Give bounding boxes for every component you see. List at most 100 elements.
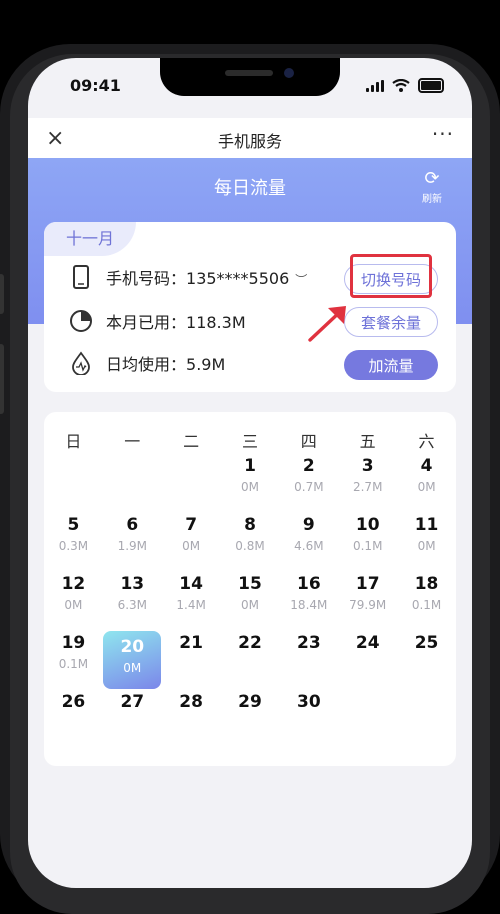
calendar-day[interactable]: 26 [44, 692, 102, 712]
calendar-day[interactable]: 15 0M [221, 574, 279, 612]
weekday-label: 日 [65, 432, 82, 451]
day-number: 24 [355, 633, 380, 653]
avg-row: 日均使用：5.9M [68, 350, 225, 376]
calendar-day[interactable]: 10 0.1M [339, 515, 397, 553]
day-usage: 79.9M [349, 598, 387, 612]
calendar-day[interactable]: 9 4.6M [280, 515, 338, 553]
day-usage: 0.3M [58, 539, 89, 553]
weekday-label: 一 [124, 432, 141, 451]
day-usage: 0M [417, 539, 436, 553]
battery-icon [418, 78, 444, 93]
day-number: 25 [414, 633, 439, 653]
calendar-day[interactable]: 28 [162, 692, 220, 712]
calendar-day[interactable]: 11 0M [398, 515, 456, 553]
day-number: 23 [297, 633, 321, 653]
day-usage: 4.6M [294, 539, 324, 553]
day-usage: 0.7M [294, 480, 324, 494]
avg-label: 日均使用： [106, 355, 187, 374]
day-usage: 0.8M [235, 539, 265, 553]
signal-icon [366, 79, 384, 92]
calendar-day[interactable]: 7 0M [162, 515, 220, 553]
day-number: 27 [120, 692, 145, 712]
eye-closed-icon[interactable]: ︶ [295, 273, 307, 287]
avg-value: 5.9M [186, 355, 226, 374]
speaker [225, 70, 273, 76]
calendar: 日一二三四五六 1 0M 2 0.7M 3 2.7M 4 0M 5 0.3M 6 1.9M 7 0M 8 0.… [44, 412, 456, 766]
day-number: 19 [61, 633, 86, 653]
weekday-label: 二 [183, 432, 200, 451]
refresh-button[interactable]: ⟳ 刷新 [422, 168, 442, 206]
day-number: 6 [126, 515, 139, 535]
day-number: 22 [238, 633, 262, 653]
calendar-day[interactable]: 8 0.8M [221, 515, 279, 553]
annotation-arrow-icon [308, 306, 346, 342]
notch [160, 58, 340, 96]
day-number: 11 [414, 515, 439, 535]
status-icons [366, 78, 444, 93]
calendar-day[interactable]: 6 1.9M [103, 515, 161, 553]
more-button[interactable]: ··· [432, 122, 454, 146]
calendar-day[interactable]: 17 79.9M [339, 574, 397, 612]
weekday-label: 四 [300, 432, 317, 451]
day-number: 10 [355, 515, 380, 535]
used-label: 本月已用： [106, 313, 187, 332]
phone-label: 手机号码： [106, 269, 187, 288]
drop-icon [68, 350, 94, 376]
add-data-button[interactable]: 加流量 [344, 350, 438, 380]
calendar-day[interactable]: 13 6.3M [103, 574, 161, 612]
day-number: 4 [420, 456, 433, 476]
camera [284, 68, 294, 78]
banner-title: 每日流量 [214, 178, 286, 199]
day-usage: 2.7M [352, 480, 383, 494]
day-number: 1 [244, 456, 256, 476]
calendar-day[interactable]: 5 0.3M [44, 515, 102, 553]
calendar-day[interactable]: 2 0.7M [280, 456, 338, 494]
day-number: 13 [120, 574, 145, 594]
day-number: 2 [302, 456, 315, 476]
calendar-day[interactable]: 19 0.1M [44, 633, 102, 671]
day-usage: 0M [64, 598, 83, 612]
month-tab: 十一月 [44, 222, 136, 256]
calendar-day[interactable]: 1 0M [221, 456, 279, 494]
calendar-day[interactable]: 12 0M [44, 574, 102, 612]
day-usage: 0M [241, 598, 259, 612]
refresh-label: 刷新 [422, 194, 442, 205]
day-usage: 6.3M [117, 598, 147, 612]
calendar-day[interactable]: 16 18.4M [280, 574, 338, 612]
highlight-box [350, 254, 432, 298]
day-usage: 0.1M [411, 598, 442, 612]
calendar-day[interactable]: 18 0.1M [398, 574, 456, 612]
pie-chart-icon [68, 308, 94, 334]
calendar-day[interactable]: 25 [398, 633, 456, 653]
calendar-day[interactable]: 27 [103, 692, 161, 712]
calendar-day-selected[interactable]: 20 0M [103, 631, 162, 689]
calendar-day[interactable]: 21 [162, 633, 220, 653]
day-number: 15 [238, 574, 262, 594]
calendar-day[interactable]: 23 [280, 633, 338, 653]
calendar-day[interactable]: 3 2.7M [339, 456, 397, 494]
day-usage: 0M [417, 480, 436, 494]
calendar-day[interactable]: 30 [280, 692, 338, 712]
day-usage: 0M [182, 539, 201, 553]
day-number: 5 [67, 515, 80, 535]
day-usage: 1.4M [176, 598, 206, 612]
status-time: 09:41 [70, 76, 121, 95]
weekday-label: 五 [359, 432, 376, 451]
info-card: 十一月 手机号码：135****5506 ︶ 本月已用：118.3M 日均使用：5… [44, 222, 456, 392]
used-row: 本月已用：118.3M [68, 308, 246, 334]
calendar-day[interactable]: 24 [339, 633, 397, 653]
day-number: 20 [120, 637, 145, 657]
phone-icon [68, 264, 94, 290]
calendar-day[interactable]: 4 0M [398, 456, 456, 494]
day-number: 8 [244, 515, 256, 535]
calendar-day[interactable]: 14 1.4M [162, 574, 220, 612]
refresh-icon: ⟳ [424, 168, 440, 189]
day-number: 7 [185, 515, 198, 535]
day-number: 3 [361, 456, 374, 476]
day-number: 18 [414, 574, 439, 594]
plan-balance-button[interactable]: 套餐余量 [344, 307, 438, 337]
day-number: 9 [302, 515, 315, 535]
calendar-day[interactable]: 29 [221, 692, 279, 712]
calendar-day[interactable]: 22 [221, 633, 279, 653]
day-number: 30 [297, 692, 321, 712]
